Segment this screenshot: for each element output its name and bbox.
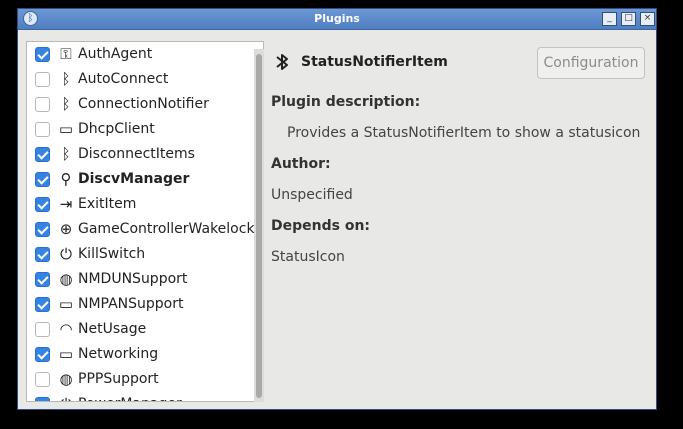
plugin-row-powermanager[interactable]: ⏻PowerManager [27, 392, 259, 401]
plugin-row-autoconnect[interactable]: ᛒ AutoConnect [27, 67, 259, 92]
plugin-row-networking[interactable]: ▭ Networking [27, 342, 259, 367]
network-globe-icon: ◍ [59, 370, 73, 388]
depends-label: Depends on: [271, 218, 371, 234]
computer-icon: ▭ [58, 120, 74, 138]
exit-icon: ⇥ [59, 195, 73, 213]
plugin-details: StatusNotifierItem Configuration Plugin … [271, 41, 651, 402]
plugin-name: PPPSupport [78, 371, 159, 387]
plugin-name: NMDUNSupport [78, 271, 188, 287]
plugin-checkbox[interactable] [35, 197, 50, 212]
plugin-row-nmpansupport[interactable]: ▭ NMPANSupport [27, 292, 259, 317]
plugin-title: StatusNotifierItem [301, 54, 448, 70]
plugin-checkbox[interactable] [35, 97, 50, 112]
plugin-name: DhcpClient [78, 121, 155, 137]
plugin-checkbox[interactable] [35, 297, 50, 312]
power-icon: ⏻ [60, 245, 72, 263]
bluetooth-icon [276, 54, 288, 70]
plugin-name: AutoConnect [78, 71, 169, 87]
minimize-button[interactable]: _ [602, 12, 617, 26]
network-globe-icon: ◍ [59, 270, 73, 288]
plugin-checkbox[interactable] [35, 222, 50, 237]
description-label: Plugin description: [271, 94, 421, 110]
plugins-window: ᛒ Plugins _ □ × ⚿ AuthAgent ᛒ AutoConnect ᛒ C… [17, 8, 657, 410]
author-label: Author: [271, 156, 331, 172]
plugin-checkbox[interactable] [35, 347, 50, 362]
plugin-checkbox[interactable] [35, 397, 50, 401]
plugin-name: GameControllerWakelock [78, 221, 255, 237]
plugin-name: NetUsage [78, 321, 147, 337]
plugin-row-discvmanager[interactable]: ⚲ DiscvManager [27, 167, 259, 192]
plugin-checkbox[interactable] [35, 172, 50, 187]
plugin-row-authagent[interactable]: ⚿ AuthAgent [27, 42, 259, 67]
plugin-checkbox[interactable] [35, 72, 50, 87]
plugin-name: AuthAgent [78, 46, 153, 62]
plugin-checkbox[interactable] [35, 372, 50, 387]
author-value: Unspecified [271, 187, 353, 203]
plugin-name: Networking [78, 346, 159, 362]
plugin-name: DisconnectItems [78, 146, 195, 162]
plugin-checkbox[interactable] [35, 47, 50, 62]
bluetooth-icon: ᛒ [61, 95, 71, 113]
plugin-name: ExitItem [78, 196, 137, 212]
power-icon: ⏻ [57, 395, 75, 401]
computer-icon: ▭ [58, 345, 74, 363]
bluetooth-disabled-icon: ᛒ [61, 145, 71, 163]
plugin-checkbox[interactable] [35, 147, 50, 162]
plugin-checkbox[interactable] [35, 122, 50, 137]
plugin-list-scrollbar[interactable] [254, 49, 264, 402]
bluetooth-icon: ᛒ [61, 70, 71, 88]
plugin-name: DiscvManager [78, 171, 190, 187]
key-icon: ⚿ [60, 45, 72, 63]
depends-value: StatusIcon [271, 249, 345, 265]
plugin-checkbox[interactable] [35, 247, 50, 262]
plugin-name: ConnectionNotifier [78, 96, 209, 112]
wifi-icon: ◠ [59, 320, 73, 338]
plugin-row-dhcpclient[interactable]: ▭ DhcpClient [27, 117, 259, 142]
scrollbar-thumb[interactable] [256, 54, 262, 398]
plugin-row-nmdunsupport[interactable]: ◍ NMDUNSupport [27, 267, 259, 292]
plugin-row-gamecontrollerwakelock[interactable]: ⊕ GameControllerWakelock [27, 217, 259, 242]
plugin-row-disconnectitems[interactable]: ᛒ DisconnectItems [27, 142, 259, 167]
configuration-button[interactable]: Configuration [537, 47, 645, 79]
search-icon: ⚲ [60, 170, 72, 188]
gamepad-icon: ⊕ [59, 220, 73, 238]
plugin-row-connectionnotifier[interactable]: ᛒ ConnectionNotifier [27, 92, 259, 117]
title-bar[interactable]: ᛒ Plugins _ □ × [18, 9, 656, 30]
close-button[interactable]: × [640, 12, 655, 26]
window-title: Plugins [314, 12, 360, 25]
plugin-name: NMPANSupport [78, 296, 184, 312]
computer-icon: ▭ [58, 295, 74, 313]
plugin-name: KillSwitch [78, 246, 146, 262]
plugin-checkbox[interactable] [35, 322, 50, 337]
plugin-row-netusage[interactable]: ◠ NetUsage [27, 317, 259, 342]
plugin-row-killswitch[interactable]: ⏻ KillSwitch [27, 242, 259, 267]
description-text: Provides a StatusNotifierItem to show a … [287, 125, 641, 141]
plugin-row-pppsupport[interactable]: ◍ PPPSupport [27, 367, 259, 392]
plugin-checkbox[interactable] [35, 272, 50, 287]
plugin-name: PowerManager [78, 392, 182, 401]
maximize-button[interactable]: □ [621, 12, 636, 26]
plugin-row-exititem[interactable]: ⇥ ExitItem [27, 192, 259, 217]
plugin-list[interactable]: ⚿ AuthAgent ᛒ AutoConnect ᛒ ConnectionNotifie… [26, 41, 264, 402]
